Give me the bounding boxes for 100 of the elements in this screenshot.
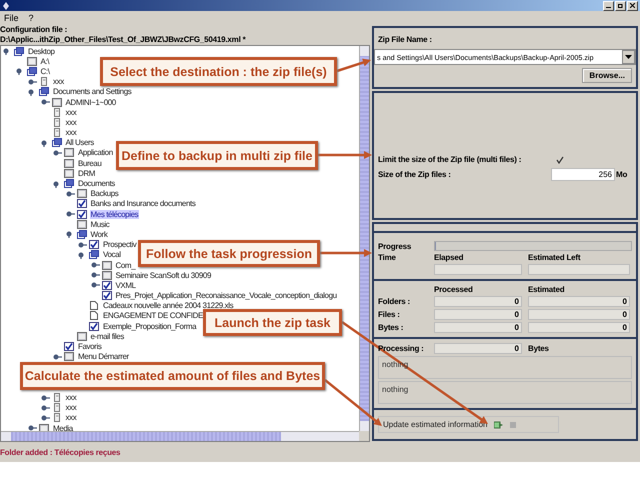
- tree-item[interactable]: Backups: [90, 189, 120, 198]
- checked-box-icon[interactable]: [76, 210, 86, 219]
- collapsed-toggle-icon[interactable]: [28, 78, 37, 86]
- folder-stack-icon[interactable]: [52, 138, 62, 148]
- page-icon[interactable]: [52, 393, 62, 402]
- tree-item[interactable]: Documents: [77, 179, 116, 188]
- zip-size-field[interactable]: 256: [551, 168, 615, 181]
- page-icon[interactable]: [52, 118, 62, 127]
- checked-box-icon[interactable]: [89, 322, 99, 331]
- unchecked-box-icon[interactable]: [64, 158, 74, 168]
- tree-item[interactable]: Desktop: [27, 46, 56, 56]
- collapsed-toggle-icon[interactable]: [90, 281, 100, 290]
- tree-item[interactable]: e-mail files: [90, 332, 125, 341]
- update-estimate-button[interactable]: Update estimated information: [381, 420, 490, 429]
- tree-item[interactable]: Cadeaux nouvelle année 2004 31229.xls: [102, 301, 234, 310]
- vertical-scrollbar[interactable]: [359, 46, 369, 431]
- close-button[interactable]: [627, 0, 638, 10]
- page-icon[interactable]: [52, 403, 62, 412]
- collapsed-toggle-icon[interactable]: [53, 148, 62, 157]
- tree-item[interactable]: A:\: [40, 56, 50, 66]
- collapsed-toggle-icon[interactable]: [78, 240, 87, 249]
- unchecked-box-icon[interactable]: [64, 352, 74, 362]
- file-icon[interactable]: [89, 311, 99, 320]
- expanded-toggle-icon[interactable]: [40, 138, 50, 147]
- tree-item[interactable]: ADMINI~1~000: [64, 98, 117, 107]
- checked-box-icon[interactable]: [76, 199, 86, 208]
- unchecked-box-icon[interactable]: [76, 332, 86, 341]
- unchecked-box-icon[interactable]: [64, 148, 74, 158]
- collapsed-toggle-icon[interactable]: [53, 352, 62, 361]
- collapsed-toggle-icon[interactable]: [66, 190, 74, 198]
- tree-item[interactable]: Menu Démarrer: [77, 352, 130, 362]
- page-icon[interactable]: [39, 77, 49, 86]
- collapsed-toggle-icon[interactable]: [40, 414, 50, 422]
- page-icon[interactable]: [52, 108, 62, 117]
- tree-item[interactable]: Favoris: [77, 342, 102, 352]
- tree-item[interactable]: Exemple_Proposition_Forma: [102, 322, 198, 331]
- tree-item[interactable]: Pres_Projet_Application_Reconaissance_Vocale_conception_dialogu: [114, 291, 338, 300]
- folder-stack-icon[interactable]: [39, 87, 49, 96]
- minimize-button[interactable]: [603, 0, 614, 10]
- collapsed-toggle-icon[interactable]: [28, 424, 37, 431]
- tree-item[interactable]: xxx: [64, 413, 78, 422]
- tree-item[interactable]: All Users: [64, 138, 95, 148]
- checked-box-icon[interactable]: [102, 291, 112, 300]
- tree-item[interactable]: Banks and Insurance documents: [90, 199, 196, 208]
- collapsed-toggle-icon[interactable]: [90, 271, 100, 280]
- collapsed-toggle-icon[interactable]: [40, 404, 50, 412]
- tree-item[interactable]: Documents and Settings: [52, 87, 132, 96]
- collapsed-toggle-icon[interactable]: [66, 210, 74, 218]
- page-icon[interactable]: [52, 413, 62, 422]
- unchecked-box-icon[interactable]: [102, 260, 112, 270]
- menu-item[interactable]: ?: [28, 13, 34, 23]
- unchecked-box-icon[interactable]: [39, 424, 49, 431]
- horizontal-scrollbar[interactable]: [1, 431, 359, 441]
- page-icon[interactable]: [52, 128, 62, 138]
- checked-box-icon[interactable]: [64, 342, 74, 352]
- collapsed-toggle-icon[interactable]: [90, 261, 100, 270]
- tree-item[interactable]: Vocal: [102, 250, 122, 260]
- checked-box-icon[interactable]: [102, 280, 112, 290]
- tree-item[interactable]: xxx: [64, 108, 78, 117]
- expanded-toggle-icon[interactable]: [16, 67, 24, 76]
- expanded-toggle-icon[interactable]: [66, 230, 74, 238]
- tree-item[interactable]: ENGAGEMENT DE CONFIDE: [102, 311, 204, 320]
- file-icon[interactable]: [89, 301, 99, 310]
- tree-item[interactable]: Music: [90, 220, 110, 229]
- tree-item[interactable]: Media: [52, 424, 74, 431]
- tree-item[interactable]: Seminaire ScanSoft du 30909: [114, 270, 212, 280]
- tree-item[interactable]: xxx: [64, 403, 78, 412]
- tree-item[interactable]: xxx: [64, 393, 78, 402]
- dropdown-button[interactable]: [622, 50, 635, 64]
- tree-item[interactable]: Bureau: [77, 158, 102, 168]
- tree-item[interactable]: Prospectiv: [102, 240, 138, 250]
- tree-item[interactable]: VXML: [114, 280, 137, 290]
- unchecked-box-icon[interactable]: [64, 168, 74, 178]
- folder-stack-icon[interactable]: [14, 46, 24, 56]
- tree-item[interactable]: C:\: [40, 66, 51, 76]
- tree-item[interactable]: xxx: [52, 77, 65, 86]
- limit-size-checkbox[interactable]: [556, 156, 564, 164]
- tree-item[interactable]: Com_: [114, 260, 136, 270]
- folder-stack-icon[interactable]: [76, 230, 86, 239]
- folder-stack-icon[interactable]: [64, 179, 74, 188]
- tree-item[interactable]: Mes télécopies: [90, 210, 140, 219]
- collapsed-toggle-icon[interactable]: [40, 394, 50, 402]
- unchecked-box-icon[interactable]: [76, 189, 86, 198]
- tree-item[interactable]: Application: [77, 148, 114, 158]
- tree-item[interactable]: xxx: [64, 128, 78, 138]
- folder-stack-icon[interactable]: [89, 250, 99, 260]
- folder-stack-icon[interactable]: [26, 66, 36, 76]
- collapsed-toggle-icon[interactable]: [40, 98, 50, 106]
- checked-box-icon[interactable]: [89, 240, 99, 250]
- menu-item[interactable]: File: [4, 13, 19, 23]
- tree-item[interactable]: DRM: [77, 168, 96, 178]
- tree-item[interactable]: xxx: [64, 118, 78, 127]
- tree-item[interactable]: Work: [90, 230, 108, 239]
- unchecked-box-icon[interactable]: [52, 98, 62, 107]
- zip-start-icon[interactable]: [494, 420, 504, 430]
- unchecked-box-icon[interactable]: [102, 270, 112, 280]
- unchecked-box-icon[interactable]: [26, 56, 36, 66]
- unchecked-box-icon[interactable]: [76, 220, 86, 229]
- browse-button[interactable]: Browse...: [582, 68, 632, 83]
- restore-button[interactable]: [615, 0, 626, 10]
